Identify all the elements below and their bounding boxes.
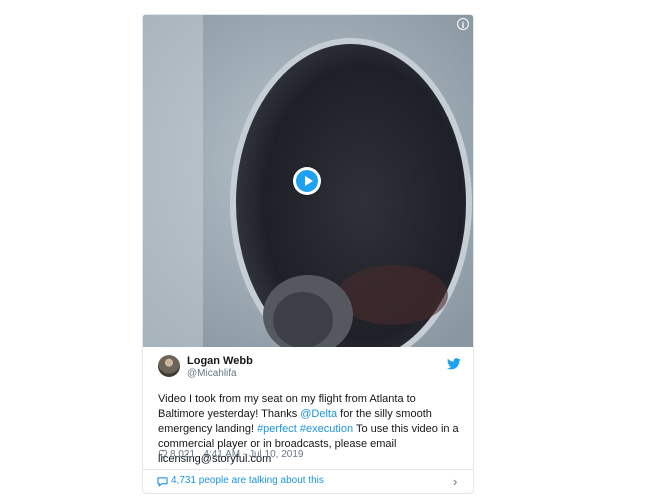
play-icon [296, 170, 318, 192]
avatar[interactable] [158, 355, 180, 377]
author-name[interactable]: Logan Webb [187, 355, 253, 367]
speech-bubble-icon [157, 477, 168, 487]
tweet-embed-card: i Logan Webb @Micahlifa Video I took fro… [142, 14, 474, 494]
video-player[interactable]: i [143, 15, 473, 347]
play-button[interactable] [293, 167, 321, 195]
mention-link[interactable]: @Delta [300, 408, 337, 420]
author-handle[interactable]: @Micahlifa [187, 368, 237, 379]
twitter-bird-icon[interactable] [447, 358, 461, 370]
hashtag-link[interactable]: #execution [300, 423, 353, 435]
tweet-body: Logan Webb @Micahlifa Video I took from … [143, 347, 473, 467]
heart-icon[interactable] [158, 449, 168, 458]
talking-count-text[interactable]: 4,731 people are talking about this [171, 475, 324, 486]
play-triangle [305, 176, 313, 186]
conversation-link[interactable]: 4,731 people are talking about this › [143, 470, 473, 493]
chevron-right-icon: › [453, 474, 458, 489]
hashtag-link[interactable]: #perfect [257, 423, 297, 435]
info-icon[interactable]: i [457, 18, 469, 30]
tweet-meta: 8,021 4:41 AM - Jul 10, 2019 [158, 449, 303, 460]
tweet-timestamp[interactable]: 4:41 AM - Jul 10, 2019 [203, 449, 303, 460]
like-count[interactable]: 8,021 [170, 449, 195, 460]
